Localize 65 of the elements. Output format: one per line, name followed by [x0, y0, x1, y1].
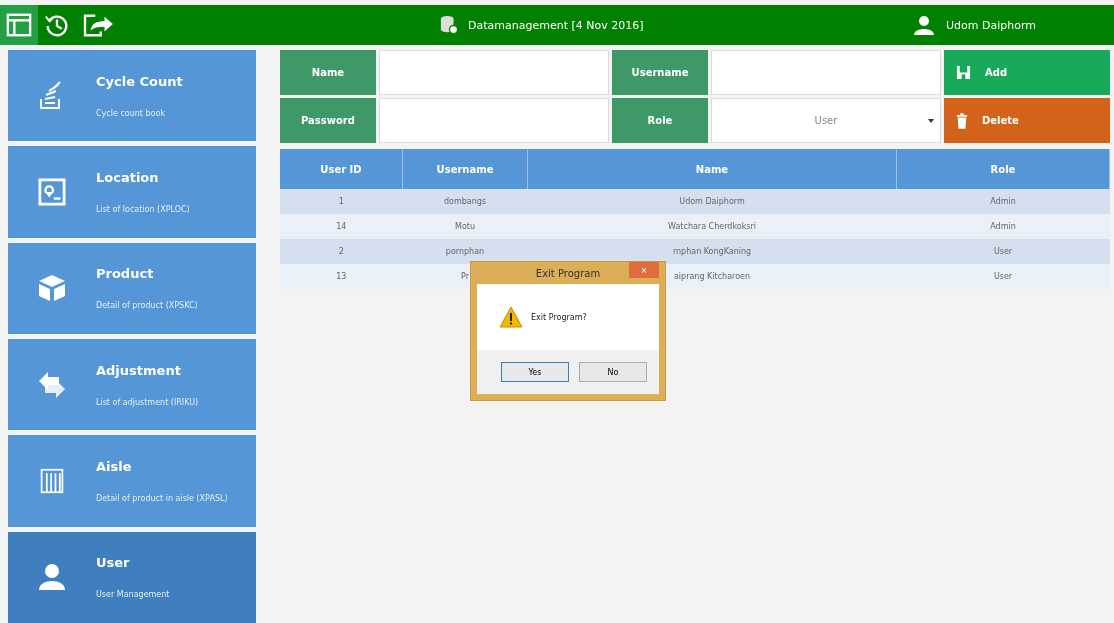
- menu-description: Cycle count book: [96, 108, 167, 118]
- table-cell: Admin: [896, 189, 1110, 214]
- caret-icon: [928, 118, 934, 123]
- username-label: Username: [612, 50, 708, 95]
- menu-title: Location: [96, 170, 160, 185]
- table-cell: pornphan: [402, 239, 528, 264]
- menu-title: Product: [96, 266, 155, 282]
- table-view-button[interactable]: [0, 5, 38, 45]
- sidebar-item[interactable]: Aisle Detail of product in aisle (XPASL): [8, 435, 256, 527]
- add-button[interactable]: Add: [944, 50, 1110, 95]
- confirm-button[interactable]: Yes: [501, 362, 569, 382]
- password-label: Password: [280, 98, 376, 143]
- table-cell: dombangs: [402, 189, 528, 214]
- menu-description: User Management: [96, 590, 171, 600]
- dialog-title: Exit Program: [535, 267, 601, 279]
- role-label: Role: [612, 98, 708, 143]
- menu-title: Cycle Count: [96, 73, 184, 89]
- map-pin-icon: [38, 178, 66, 206]
- table-cell: Watchara Cherdkoksri: [527, 214, 897, 239]
- user-name: Udom Daiphorm: [946, 18, 1036, 32]
- table-cell: Udom Daiphorm: [527, 189, 897, 214]
- menu-description: Detail of product (XPSKC): [96, 301, 199, 311]
- menu-title: Adjustment: [96, 362, 182, 378]
- table-cell: 14: [280, 214, 403, 239]
- close-button[interactable]: ×: [629, 262, 659, 278]
- table-cell: Admin: [896, 214, 1110, 239]
- table-cell: rnphan KongKaning: [527, 239, 897, 264]
- menu-description: Detail of product in aisle (XPASL): [96, 493, 229, 503]
- menu-description: List of adjustment (IRIKU): [96, 397, 200, 407]
- box-icon: [37, 273, 67, 304]
- menu-title: User: [96, 555, 131, 571]
- column-header[interactable]: User ID: [280, 149, 403, 189]
- user-icon: [914, 15, 934, 35]
- database-icon: [440, 15, 458, 35]
- password-field[interactable]: [379, 98, 609, 143]
- trash-icon: [956, 112, 968, 129]
- table-cell: User: [896, 239, 1110, 264]
- table-cell: User: [896, 264, 1110, 289]
- dialog-message: Exit Program?: [531, 312, 587, 322]
- save-icon: [956, 65, 971, 80]
- username-field[interactable]: [711, 50, 941, 95]
- table-cell: Motu: [402, 214, 528, 239]
- warning-icon: [499, 306, 523, 328]
- user-icon: [37, 562, 67, 593]
- table-cell: 1: [280, 189, 403, 214]
- role-dropdown[interactable]: User: [711, 98, 941, 143]
- table-cell: 13: [280, 264, 403, 289]
- table-icon: [6, 12, 32, 38]
- name-field[interactable]: [379, 50, 609, 95]
- menu-description: List of location (XPLOC): [96, 205, 191, 214]
- sidebar-item[interactable]: Location List of location (XPLOC): [8, 146, 256, 238]
- window-title: Datamanagement [4 Nov 2016]: [468, 18, 644, 32]
- column-header[interactable]: Username: [402, 149, 528, 189]
- delete-button[interactable]: Delete: [944, 98, 1110, 143]
- menu-title: Aisle: [96, 458, 133, 474]
- sidebar-item[interactable]: User User Management: [8, 531, 256, 623]
- column-header[interactable]: Name: [527, 149, 897, 189]
- sidebar-item[interactable]: Adjustment List of adjustment (IRIKU): [8, 339, 256, 431]
- sidebar-item[interactable]: Cycle Count Cycle count book: [8, 50, 256, 142]
- name-label: Name: [280, 50, 376, 95]
- cancel-button[interactable]: No: [579, 362, 647, 382]
- column-header[interactable]: Role: [896, 149, 1110, 189]
- exit-icon: [82, 12, 114, 38]
- table-cell: 2: [280, 239, 403, 264]
- sidebar-item[interactable]: Product Detail of product (XPSKC): [8, 242, 256, 334]
